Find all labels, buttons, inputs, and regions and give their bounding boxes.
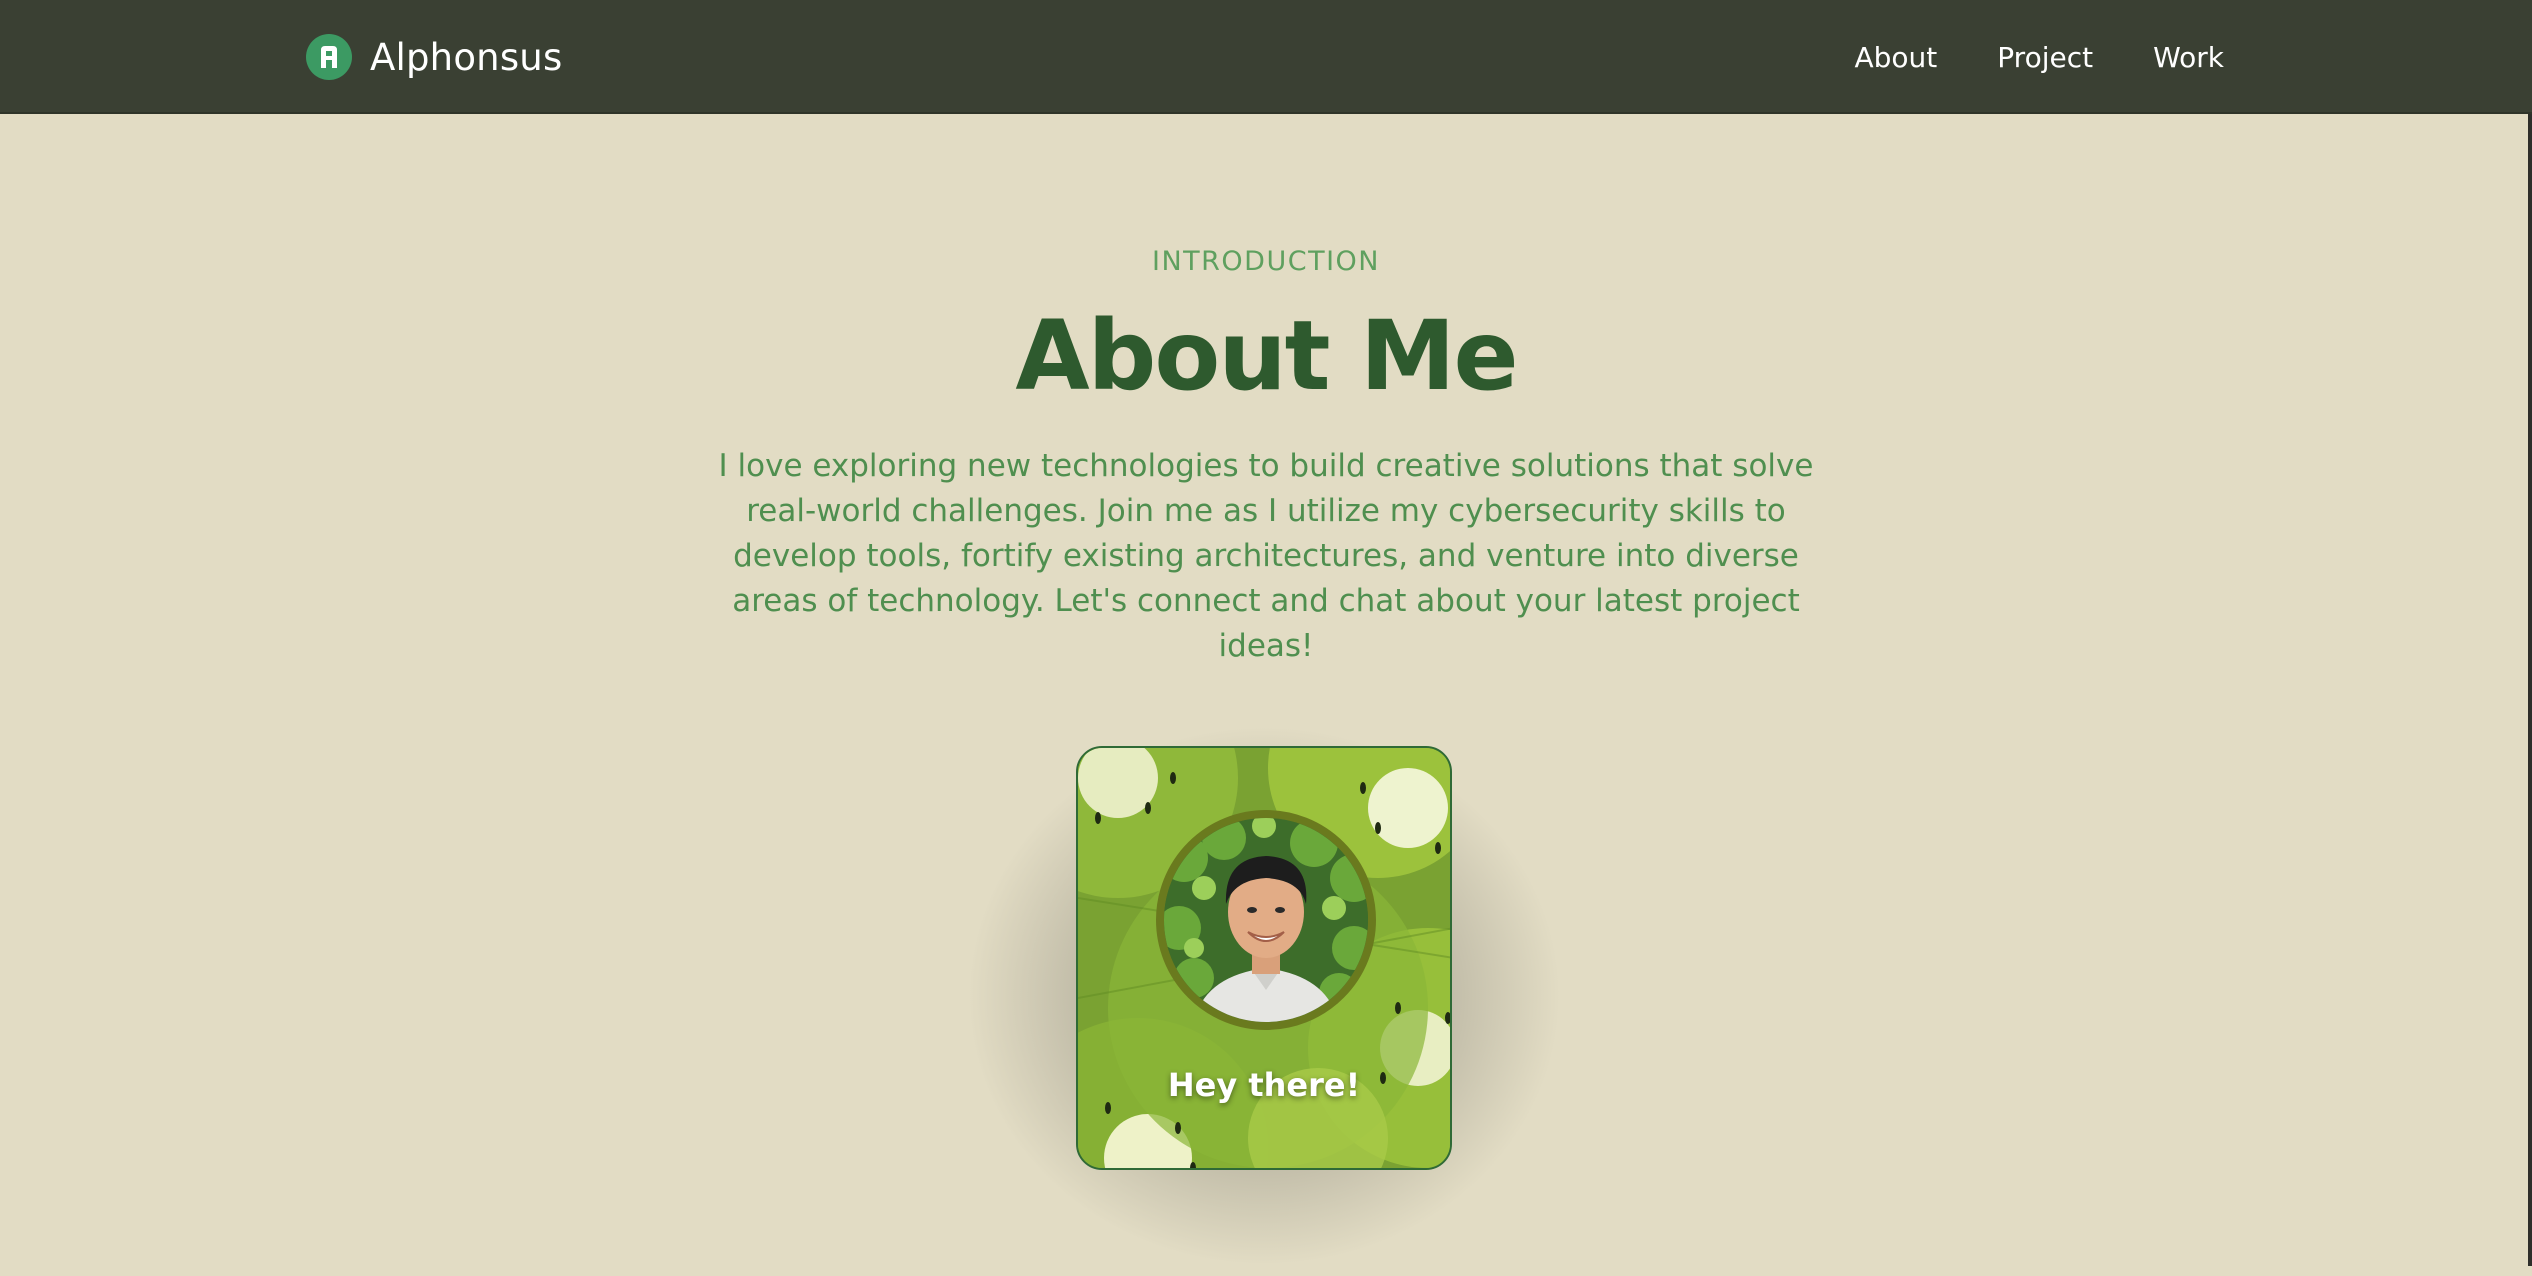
profile-avatar — [1156, 810, 1376, 1030]
brand-name: Alphonsus — [370, 35, 563, 79]
page-title: About Me — [1015, 300, 1518, 412]
nav-link-work[interactable]: Work — [2153, 41, 2224, 74]
main-nav: About Project Work — [1854, 34, 2224, 80]
section-eyebrow: INTRODUCTION — [1152, 246, 1380, 277]
card-greeting: Hey there! — [1167, 1066, 1361, 1104]
nav-link-project[interactable]: Project — [1997, 41, 2093, 74]
top-navbar: Alphonsus About Project Work — [0, 0, 2532, 114]
brand-link[interactable]: Alphonsus — [306, 34, 562, 80]
scrollbar[interactable] — [2528, 114, 2532, 1266]
profile-card[interactable]: Hey there! — [1076, 746, 1452, 1170]
nav-link-about[interactable]: About — [1854, 41, 1937, 74]
intro-paragraph: I love exploring new technologies to bui… — [718, 448, 1814, 664]
profile-card-wrapper: Hey there! — [956, 716, 1572, 1276]
letter-a-logo-icon — [306, 34, 352, 80]
